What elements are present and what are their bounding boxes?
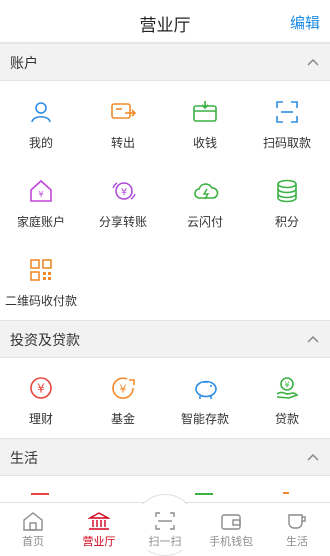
- grid-item-points[interactable]: 积分: [246, 163, 328, 241]
- tab-scan[interactable]: 扫一扫: [132, 503, 198, 550]
- grid-label: 家庭账户: [16, 215, 65, 229]
- transfer-out-icon: [111, 103, 137, 119]
- piggy-bank-icon: [195, 380, 217, 399]
- section-title-life: 生活: [10, 451, 38, 467]
- tab-label: 生活: [286, 535, 308, 548]
- tab-mobile-wallet[interactable]: 手机钱包: [198, 503, 264, 550]
- tab-branch[interactable]: 营业厅: [66, 503, 132, 550]
- svg-text:¥: ¥: [284, 381, 289, 390]
- cloud-flash-icon: [194, 183, 219, 200]
- scan-frame-icon: [276, 101, 298, 123]
- grid-label: 基金: [110, 412, 135, 426]
- grid-label: 智能存款: [180, 412, 229, 426]
- grid-item-scan-withdraw[interactable]: 扫码取款: [246, 84, 328, 162]
- home-icon: [23, 512, 43, 531]
- partial-life-icon: [31, 493, 49, 500]
- chevron-up-icon: [307, 58, 319, 66]
- section-header-life[interactable]: 生活: [0, 438, 330, 476]
- tab-home[interactable]: 首页: [0, 503, 66, 550]
- scan-icon: [155, 512, 175, 530]
- section-title-invest: 投资及贷款: [10, 333, 80, 349]
- svg-text:¥: ¥: [120, 383, 127, 396]
- hand-coin-icon: ¥: [276, 377, 299, 399]
- grid-label: 二维码收付款: [4, 294, 77, 308]
- grid-item-transfer-out[interactable]: 转出: [82, 84, 164, 162]
- wallet-receive-icon: [193, 101, 217, 122]
- grid-label: 扫码取款: [262, 136, 311, 150]
- grid-label: 分享转账: [98, 215, 147, 229]
- grid-item-family-account[interactable]: ¥ 家庭账户: [0, 163, 82, 241]
- section-title-account: 账户: [10, 56, 38, 72]
- bank-building-icon: [88, 512, 110, 530]
- share-coin-icon: ¥: [112, 182, 136, 200]
- page-title: 营业厅: [139, 16, 191, 36]
- grid-label: 我的: [28, 136, 53, 150]
- partial-life-icon: [195, 493, 213, 500]
- svg-text:¥: ¥: [37, 382, 45, 396]
- grid-label: 收钱: [192, 136, 217, 150]
- bottom-tab-bar: 首页 营业厅 扫一扫 手机钱包 生活: [0, 494, 330, 556]
- wallet-icon: [221, 514, 241, 530]
- grid-label: 转出: [110, 136, 135, 150]
- partial-life-icon: [283, 492, 289, 499]
- edit-button[interactable]: 编辑: [290, 12, 320, 33]
- coin-stack-icon: [277, 179, 297, 203]
- grid-label: 云闪付: [186, 215, 223, 229]
- grid-item-fund[interactable]: ¥ 基金: [82, 360, 164, 438]
- grid-item-share-transfer[interactable]: ¥ 分享转账: [82, 163, 164, 241]
- section-header-invest[interactable]: 投资及贷款: [0, 320, 330, 358]
- cup-icon: [288, 514, 306, 529]
- svg-text:¥: ¥: [121, 187, 127, 198]
- chevron-up-icon: [307, 335, 319, 343]
- grid-item-my[interactable]: 我的: [0, 84, 82, 162]
- chevron-up-icon: [307, 453, 319, 461]
- svg-text:¥: ¥: [38, 190, 43, 199]
- grid-label: 理财: [28, 412, 53, 426]
- grid-label: 积分: [274, 215, 299, 229]
- grid-label: 贷款: [274, 412, 299, 426]
- fund-coin-icon: ¥: [112, 377, 135, 399]
- top-bar: 营业厅 编辑: [0, 0, 330, 43]
- grid-item-loan[interactable]: ¥ 贷款: [246, 360, 328, 438]
- tab-life[interactable]: 生活: [264, 503, 330, 550]
- qr-code-icon: [30, 259, 52, 281]
- grid-item-qr-pay[interactable]: 二维码收付款: [0, 242, 82, 320]
- grid-item-wealth[interactable]: ¥ 理财: [0, 360, 82, 438]
- section-header-account[interactable]: 账户: [0, 43, 330, 81]
- person-icon: [31, 102, 51, 123]
- grid-item-smart-deposit[interactable]: 智能存款: [164, 360, 246, 438]
- grid-item-cloud-pay[interactable]: 云闪付: [164, 163, 246, 241]
- grid-item-receive[interactable]: 收钱: [164, 84, 246, 162]
- house-icon: ¥: [30, 179, 52, 202]
- yuan-coin-icon: ¥: [30, 377, 52, 399]
